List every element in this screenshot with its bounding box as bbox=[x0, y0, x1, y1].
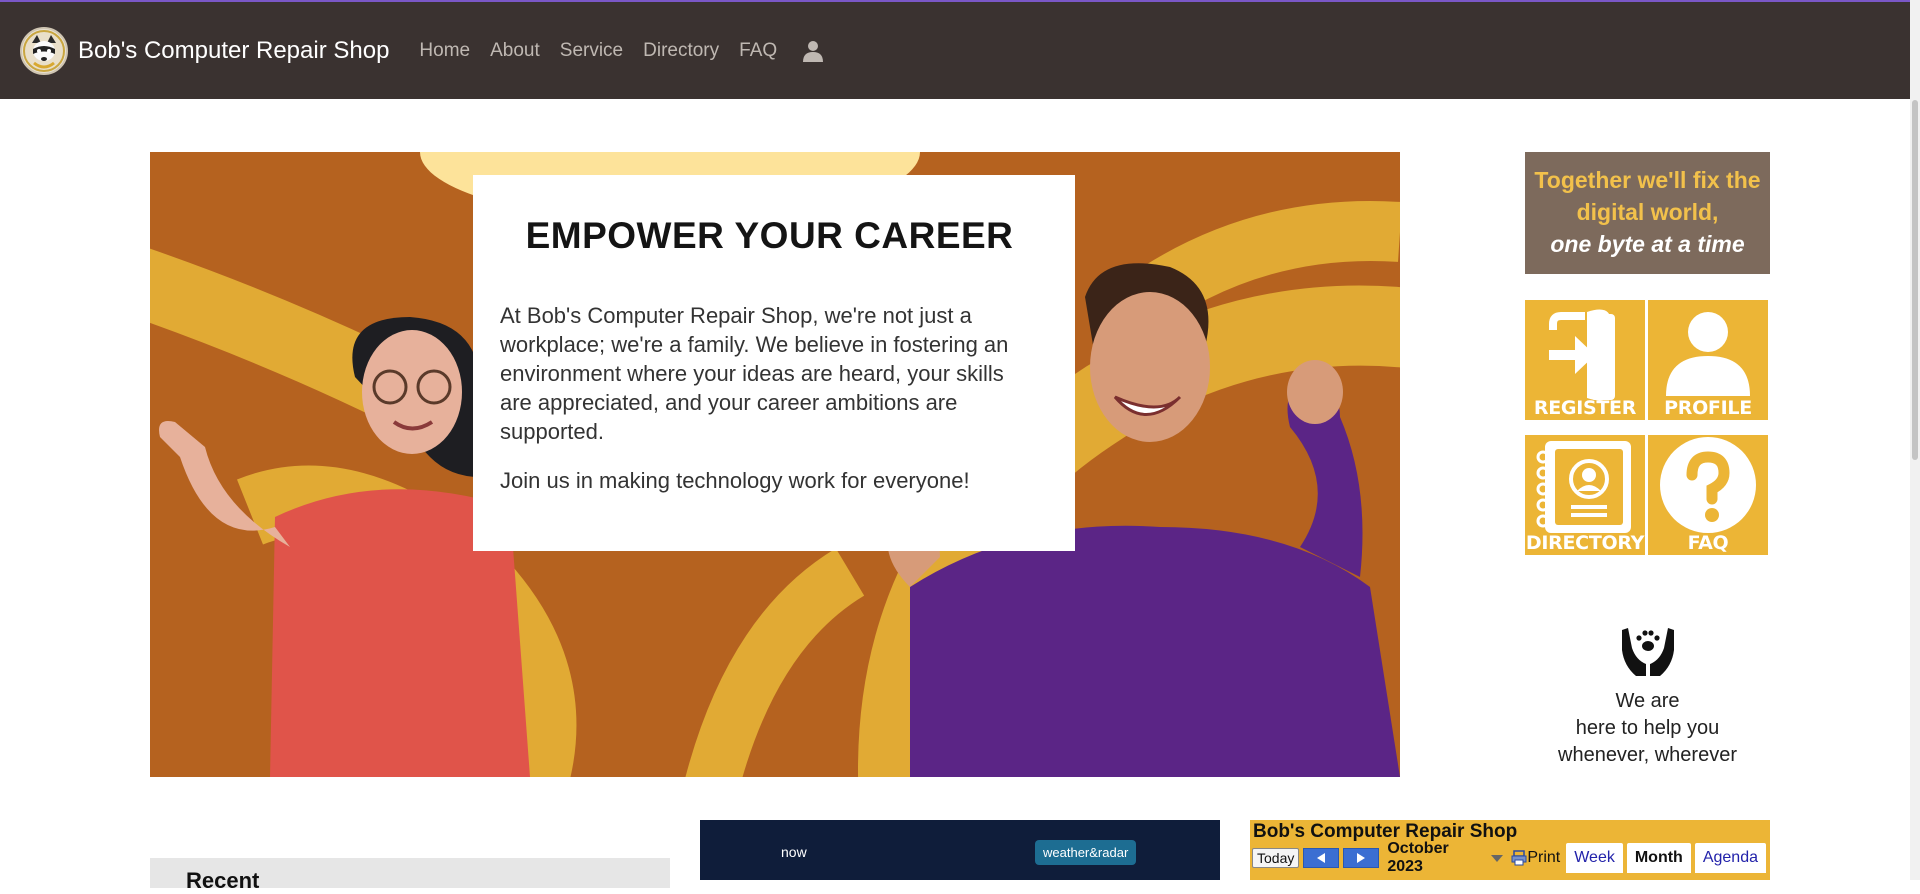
calendar-next-button[interactable] bbox=[1343, 848, 1380, 868]
tile-faq[interactable]: FAQ bbox=[1648, 435, 1768, 555]
arrow-left-icon bbox=[1317, 853, 1326, 863]
weather-widget[interactable]: now weather&radar bbox=[700, 820, 1220, 880]
recent-panel: Recent bbox=[150, 858, 670, 893]
weather-brand-badge[interactable]: weather&radar bbox=[1035, 840, 1137, 865]
help-section: We are here to help you whenever, wherev… bbox=[1525, 620, 1770, 769]
user-icon[interactable] bbox=[801, 39, 825, 63]
calendar-today-button[interactable]: Today bbox=[1252, 848, 1300, 868]
hero-paragraph-family: At Bob's Computer Repair Shop, we're not… bbox=[500, 303, 1009, 444]
brand-name: Bob's Computer Repair Shop bbox=[78, 36, 390, 64]
calendar-toolbar: Today October 2023 Print Week Month Agen… bbox=[1252, 840, 1770, 875]
scrollbar-thumb[interactable] bbox=[1912, 100, 1918, 460]
nav-links: Home About Service Directory FAQ bbox=[419, 40, 797, 62]
hero-title: EMPOWER YOUR CAREER bbox=[525, 215, 1014, 256]
calendar-prev-button[interactable] bbox=[1303, 848, 1340, 868]
calendar-month-label: October 2023 bbox=[1387, 840, 1449, 875]
calendar-widget: Bob's Computer Repair Shop Today October… bbox=[1250, 820, 1770, 880]
tile-register[interactable]: REGISTER bbox=[1525, 300, 1645, 420]
calendar-tab-month[interactable]: Month bbox=[1626, 843, 1691, 873]
calendar-tab-agenda[interactable]: Agenda bbox=[1694, 843, 1766, 873]
tile-directory-label: DIRECTORY bbox=[1525, 532, 1645, 554]
hero-banner: EMPOWER YOUR CAREER At Bob's Computer Re… bbox=[150, 152, 1400, 777]
hero-paragraph-join: Join us in making technology work for ev… bbox=[500, 468, 970, 493]
help-text: We are here to help you whenever, wherev… bbox=[1525, 688, 1770, 769]
nav-link-service[interactable]: Service bbox=[560, 40, 623, 62]
help-text-line-3: whenever, wherever bbox=[1558, 744, 1737, 766]
slogan-box: Together we'll fix the digital world, on… bbox=[1525, 152, 1770, 274]
nav-link-about[interactable]: About bbox=[490, 40, 540, 62]
calendar-print-label: Print bbox=[1527, 849, 1561, 866]
nav-link-home[interactable]: Home bbox=[419, 40, 470, 62]
slogan-line-2: one byte at a time bbox=[1550, 231, 1745, 257]
hands-paw-icon bbox=[1621, 628, 1674, 676]
brand-link[interactable]: Bob's Computer Repair Shop bbox=[20, 26, 390, 75]
recent-title: Recent bbox=[186, 868, 260, 893]
page-scrollbar[interactable] bbox=[1910, 0, 1920, 880]
month-dropdown-caret-icon[interactable] bbox=[1491, 854, 1504, 862]
navbar: Bob's Computer Repair Shop Home About Se… bbox=[0, 2, 1920, 99]
printer-icon bbox=[1511, 850, 1527, 866]
help-text-line-2: here to help you bbox=[1575, 717, 1720, 739]
weather-now-label: now bbox=[781, 844, 807, 860]
arrow-right-icon bbox=[1357, 853, 1366, 863]
help-text-line-1: We are bbox=[1615, 690, 1680, 712]
nav-link-faq[interactable]: FAQ bbox=[739, 40, 777, 62]
tile-directory[interactable]: DIRECTORY bbox=[1525, 435, 1645, 555]
tile-faq-label: FAQ bbox=[1687, 532, 1729, 554]
nav-link-directory[interactable]: Directory bbox=[643, 40, 719, 62]
tile-profile-label: PROFILE bbox=[1664, 397, 1752, 419]
calendar-print-button[interactable]: Print bbox=[1511, 849, 1560, 867]
raccoon-logo-icon bbox=[20, 26, 68, 75]
tile-register-label: REGISTER bbox=[1533, 397, 1637, 419]
tile-profile[interactable]: PROFILE bbox=[1648, 300, 1768, 420]
slogan-line-1: Together we'll fix the digital world, bbox=[1534, 167, 1761, 225]
hero-card: EMPOWER YOUR CAREER At Bob's Computer Re… bbox=[473, 175, 1075, 551]
calendar-tab-week[interactable]: Week bbox=[1566, 843, 1623, 873]
